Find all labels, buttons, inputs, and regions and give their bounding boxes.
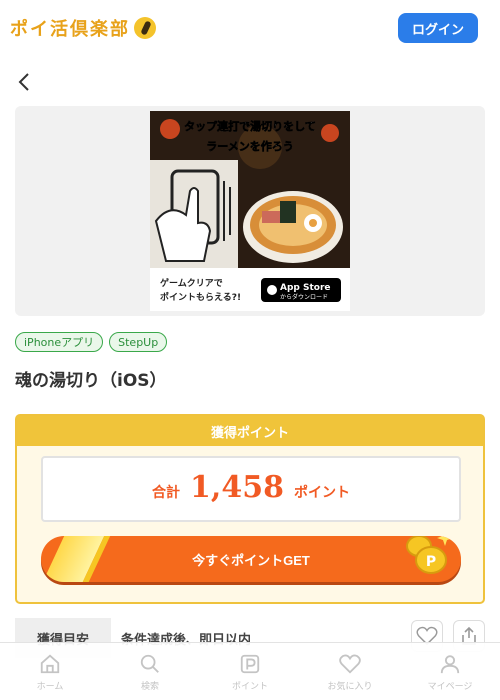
bottom-tab-bar: ホーム 検索 ポイント お気に入り マイページ <box>0 642 500 700</box>
points-total-unit: ポイント <box>293 485 350 501</box>
login-button[interactable]: ログイン <box>398 13 478 43</box>
svg-text:P: P <box>426 554 436 570</box>
tab-home[interactable]: ホーム <box>0 643 100 700</box>
button-highlight-stripe <box>41 536 113 582</box>
user-icon <box>440 654 460 673</box>
home-icon <box>40 654 60 673</box>
tag-iphone-app: iPhoneアプリ <box>15 332 104 352</box>
logo-text: ポイ活倶楽部 <box>10 19 130 40</box>
banner-headline-2: ラーメンを作ろう <box>206 139 294 153</box>
points-total-value: 1,458 <box>190 470 284 505</box>
points-p-icon <box>240 654 260 673</box>
tab-search[interactable]: 検索 <box>100 643 200 700</box>
search-icon <box>140 654 159 673</box>
logo-bee-icon <box>134 17 156 39</box>
tab-favorites[interactable]: お気に入り <box>300 643 400 700</box>
points-panel: 獲得ポイント 合計 1,458 ポイント 今すぐポイントGET P <box>15 414 485 604</box>
chevron-left-icon <box>18 73 29 91</box>
banner-artwork: タップ連打で湯切りをして ラーメンを作ろう ゲームクリアで ポイントもらえる?! <box>150 111 350 311</box>
coins-icon: P <box>406 536 453 574</box>
offer-title: 魂の湯切り（iOS） <box>15 371 167 391</box>
offer-banner-image[interactable]: タップ連打で湯切りをして ラーメンを作ろう ゲームクリアで ポイントもらえる?! <box>150 111 350 311</box>
offer-tags: iPhoneアプリ StepUp <box>15 332 168 352</box>
app-store-badge-sub: からダウンロード <box>280 293 328 301</box>
site-logo[interactable]: ポイ活倶楽部 <box>10 15 156 41</box>
banner-footer-1: ゲームクリアで <box>160 277 223 289</box>
banner-area: タップ連打で湯切りをして ラーメンを作ろう ゲームクリアで ポイントもらえる?! <box>15 106 485 316</box>
tab-points[interactable]: ポイント <box>200 643 300 700</box>
points-total-label: 合計 <box>152 485 181 501</box>
tag-stepup: StepUp <box>109 332 168 352</box>
banner-headline-1: タップ連打で湯切りをして <box>184 119 316 133</box>
app-header: ポイ活倶楽部 ログイン <box>0 0 500 56</box>
tab-mypage-label: マイページ <box>427 681 473 692</box>
tab-search-label: 検索 <box>140 681 159 692</box>
get-points-button[interactable]: 今すぐポイントGET P <box>41 536 461 582</box>
tab-favorites-label: お気に入り <box>327 681 373 692</box>
banner-footer-2: ポイントもらえる?! <box>160 291 241 303</box>
app-store-badge-main: App Store <box>280 283 331 293</box>
get-points-label: 今すぐポイントGET <box>192 552 310 568</box>
tab-points-label: ポイント <box>231 681 268 692</box>
tab-mypage[interactable]: マイページ <box>400 643 500 700</box>
back-button[interactable] <box>14 70 34 94</box>
points-panel-header: 獲得ポイント <box>17 416 483 446</box>
offer-detail: タップ連打で湯切りをして ラーメンを作ろう ゲームクリアで ポイントもらえる?! <box>0 56 500 700</box>
heart-icon <box>339 654 361 674</box>
points-total: 合計 1,458 ポイント <box>41 456 461 522</box>
tab-home-label: ホーム <box>36 681 64 692</box>
